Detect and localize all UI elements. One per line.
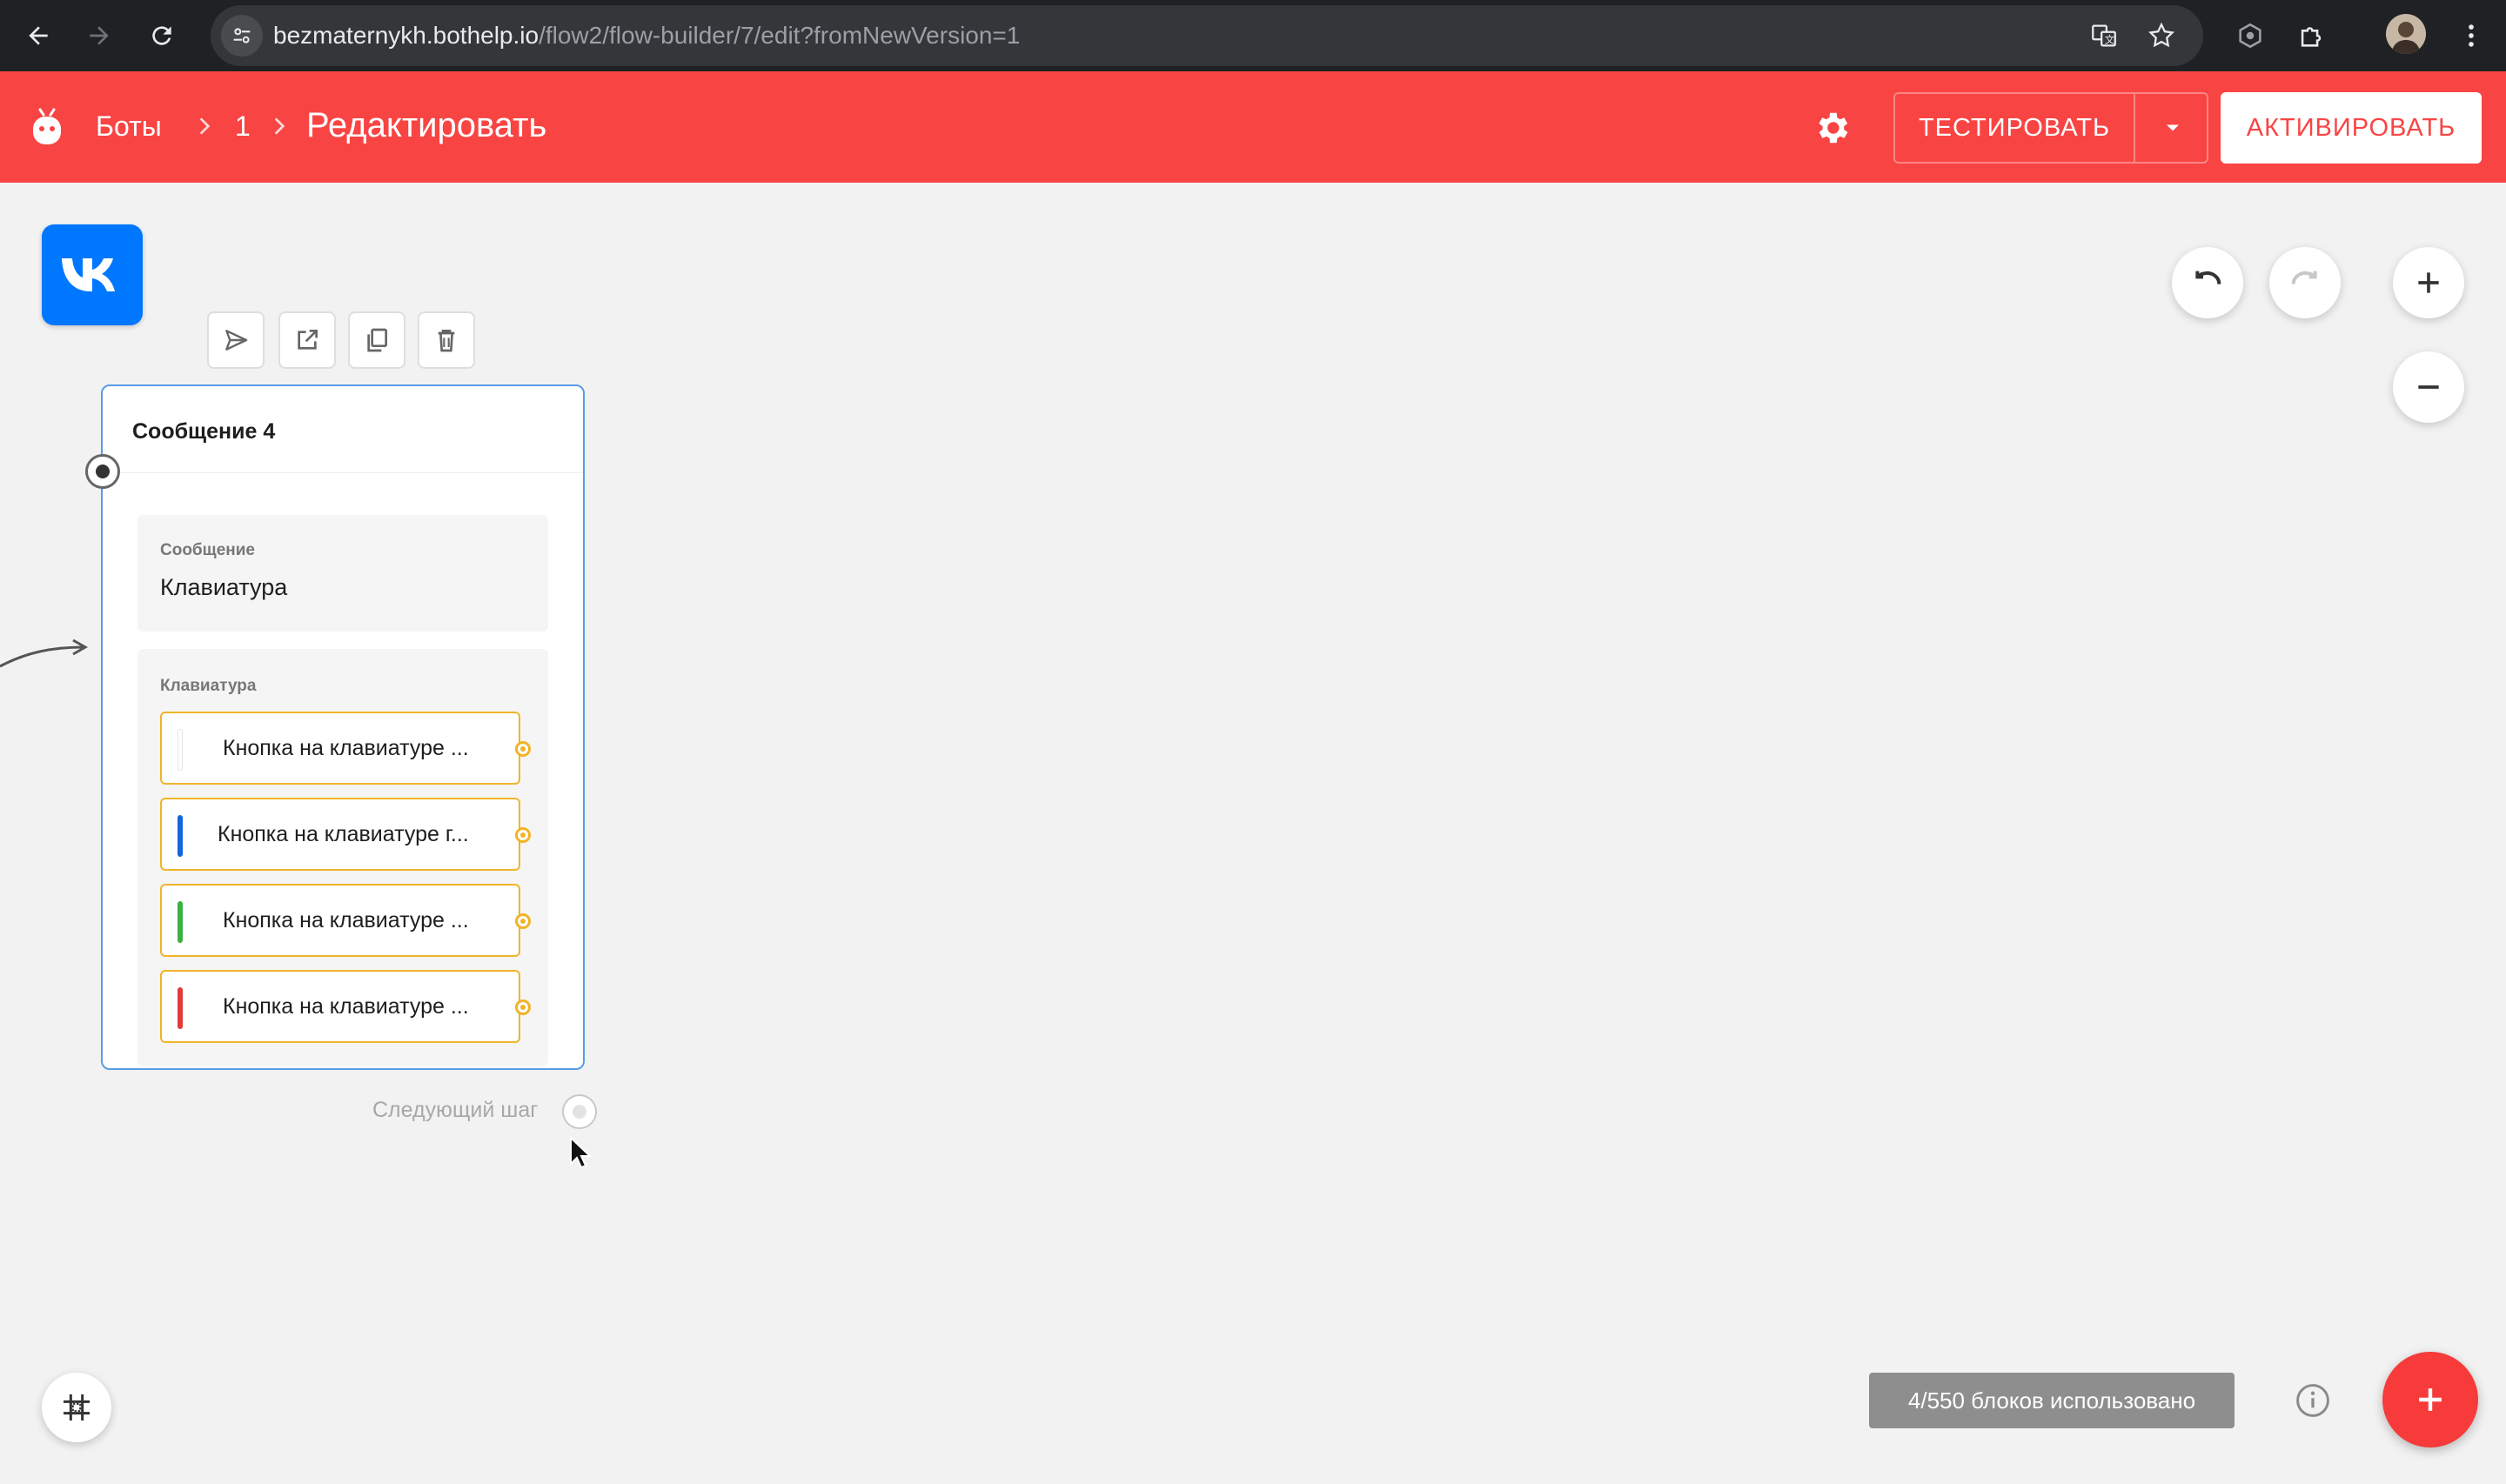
keyboard-button[interactable]: Кнопка на клавиатуре ...	[160, 884, 531, 957]
open-external-icon	[298, 330, 318, 350]
message-section-label: Сообщение	[160, 541, 255, 559]
keyboard-button-color	[178, 815, 183, 857]
block-title: Сообщение 4	[132, 419, 276, 444]
keyboard-button[interactable]: Кнопка на клавиатуре ...	[160, 712, 531, 785]
page-title: Редактировать	[306, 106, 547, 144]
keyboard-section: Клавиатура Кнопка на клавиатуре ... Кноп…	[137, 649, 548, 1066]
reload-icon	[152, 26, 171, 45]
keyboard-button-color	[178, 987, 183, 1029]
reload-button[interactable]	[141, 15, 183, 57]
keyboard-button-port[interactable]	[515, 741, 531, 757]
keyboard-button-port[interactable]	[515, 827, 531, 843]
keyboard-button-color	[178, 901, 183, 943]
zoom-out-icon	[2418, 385, 2439, 389]
profile-avatar[interactable]	[2386, 14, 2426, 54]
trash-icon	[438, 330, 455, 352]
app-header: Боты 1 Редактировать ТЕСТИРОВАТЬ АКТИВИР…	[0, 71, 2506, 183]
copy-icon	[367, 328, 387, 352]
bookmark-star-icon[interactable]	[2141, 15, 2182, 57]
keyboard-button[interactable]: Кнопка на клавиатуре г...	[160, 798, 531, 871]
url-path: /flow2/flow-builder/7/edit?fromNewVersio…	[539, 22, 1021, 49]
grid-icon	[64, 1394, 90, 1420]
bot-logo-icon[interactable]	[30, 106, 64, 148]
translate-icon[interactable]: 文	[2083, 15, 2125, 57]
undo-icon	[2195, 271, 2221, 284]
block-input-port[interactable]	[85, 454, 120, 489]
keyboard-button-color	[178, 729, 183, 771]
forward-button[interactable]	[78, 15, 120, 57]
info-icon[interactable]	[2294, 1381, 2332, 1420]
redo-button[interactable]	[2269, 247, 2341, 318]
arrow-left-icon	[29, 26, 48, 45]
test-button[interactable]: ТЕСТИРОВАТЬ	[1895, 94, 2135, 162]
message-block[interactable]: Сообщение 4 Сообщение Клавиатура Клавиат…	[101, 384, 585, 1122]
breadcrumb-bots[interactable]: Боты	[96, 110, 162, 143]
plus-icon	[2419, 1388, 2442, 1411]
gear-icon[interactable]	[1812, 108, 1852, 148]
undo-button[interactable]	[2172, 247, 2243, 318]
next-step-label: Следующий шаг	[372, 1098, 539, 1122]
more-menu-icon[interactable]	[2450, 15, 2492, 57]
back-button[interactable]	[17, 15, 59, 57]
keyboard-button-port[interactable]	[515, 999, 531, 1015]
zoom-out-button[interactable]	[2393, 351, 2464, 423]
add-block-button[interactable]	[2382, 1352, 2478, 1447]
minimap-button[interactable]	[42, 1373, 111, 1442]
activate-button[interactable]: АКТИВИРОВАТЬ	[2221, 92, 2482, 164]
send-test-button[interactable]	[207, 311, 265, 369]
flow-canvas[interactable]: Сообщение 4 Сообщение Клавиатура Клавиат…	[0, 183, 2506, 1484]
keyboard-button-label: Кнопка на клавиатуре г...	[218, 822, 469, 846]
open-block-button[interactable]	[278, 311, 336, 369]
chevron-right-icon	[199, 117, 211, 135]
keyboard-button-label: Кнопка на клавиатуре ...	[223, 736, 469, 760]
message-text: Клавиатура	[160, 574, 288, 600]
keyboard-button-label: Кнопка на клавиатуре ...	[223, 908, 469, 933]
redo-icon	[2291, 271, 2317, 284]
test-dropdown-button[interactable]	[2137, 94, 2208, 162]
next-step-port[interactable]	[562, 1094, 597, 1129]
site-settings-icon[interactable]	[221, 15, 263, 57]
svg-text:文: 文	[2105, 34, 2114, 46]
block-header: Сообщение 4	[103, 386, 583, 473]
keyboard-button-port[interactable]	[515, 913, 531, 929]
breadcrumb-bot-id[interactable]: 1	[235, 110, 251, 143]
arrow-right-icon	[90, 26, 109, 45]
test-button-group: ТЕСТИРОВАТЬ	[1893, 92, 2208, 164]
vk-icon	[62, 258, 115, 291]
zoom-in-icon	[2418, 272, 2439, 293]
browser-toolbar: bezmaternykh.bothelp.io/flow2/flow-build…	[0, 0, 2506, 71]
mouse-cursor-icon	[570, 1136, 592, 1169]
send-icon	[225, 330, 248, 351]
extension-icon[interactable]	[2229, 15, 2271, 57]
keyboard-section-label: Клавиатура	[160, 677, 257, 695]
blocks-usage-badge: 4/550 блоков использовано	[1869, 1373, 2235, 1428]
caret-down-icon	[2167, 124, 2179, 131]
address-bar[interactable]: bezmaternykh.bothelp.io/flow2/flow-build…	[211, 5, 2203, 66]
puzzle-icon[interactable]	[2290, 15, 2332, 57]
duplicate-block-button[interactable]	[348, 311, 405, 369]
incoming-connector	[0, 638, 89, 668]
message-section[interactable]: Сообщение Клавиатура	[137, 515, 548, 632]
url-text: bezmaternykh.bothelp.io/flow2/flow-build…	[273, 22, 1020, 50]
keyboard-button-label: Кнопка на клавиатуре ...	[223, 994, 469, 1019]
vk-channel-logo	[42, 224, 143, 325]
keyboard-button[interactable]: Кнопка на клавиатуре ...	[160, 970, 531, 1043]
chevron-right-icon	[274, 117, 285, 135]
delete-block-button[interactable]	[418, 311, 475, 369]
url-host: bezmaternykh.bothelp.io	[273, 22, 539, 49]
zoom-in-button[interactable]	[2393, 247, 2464, 318]
